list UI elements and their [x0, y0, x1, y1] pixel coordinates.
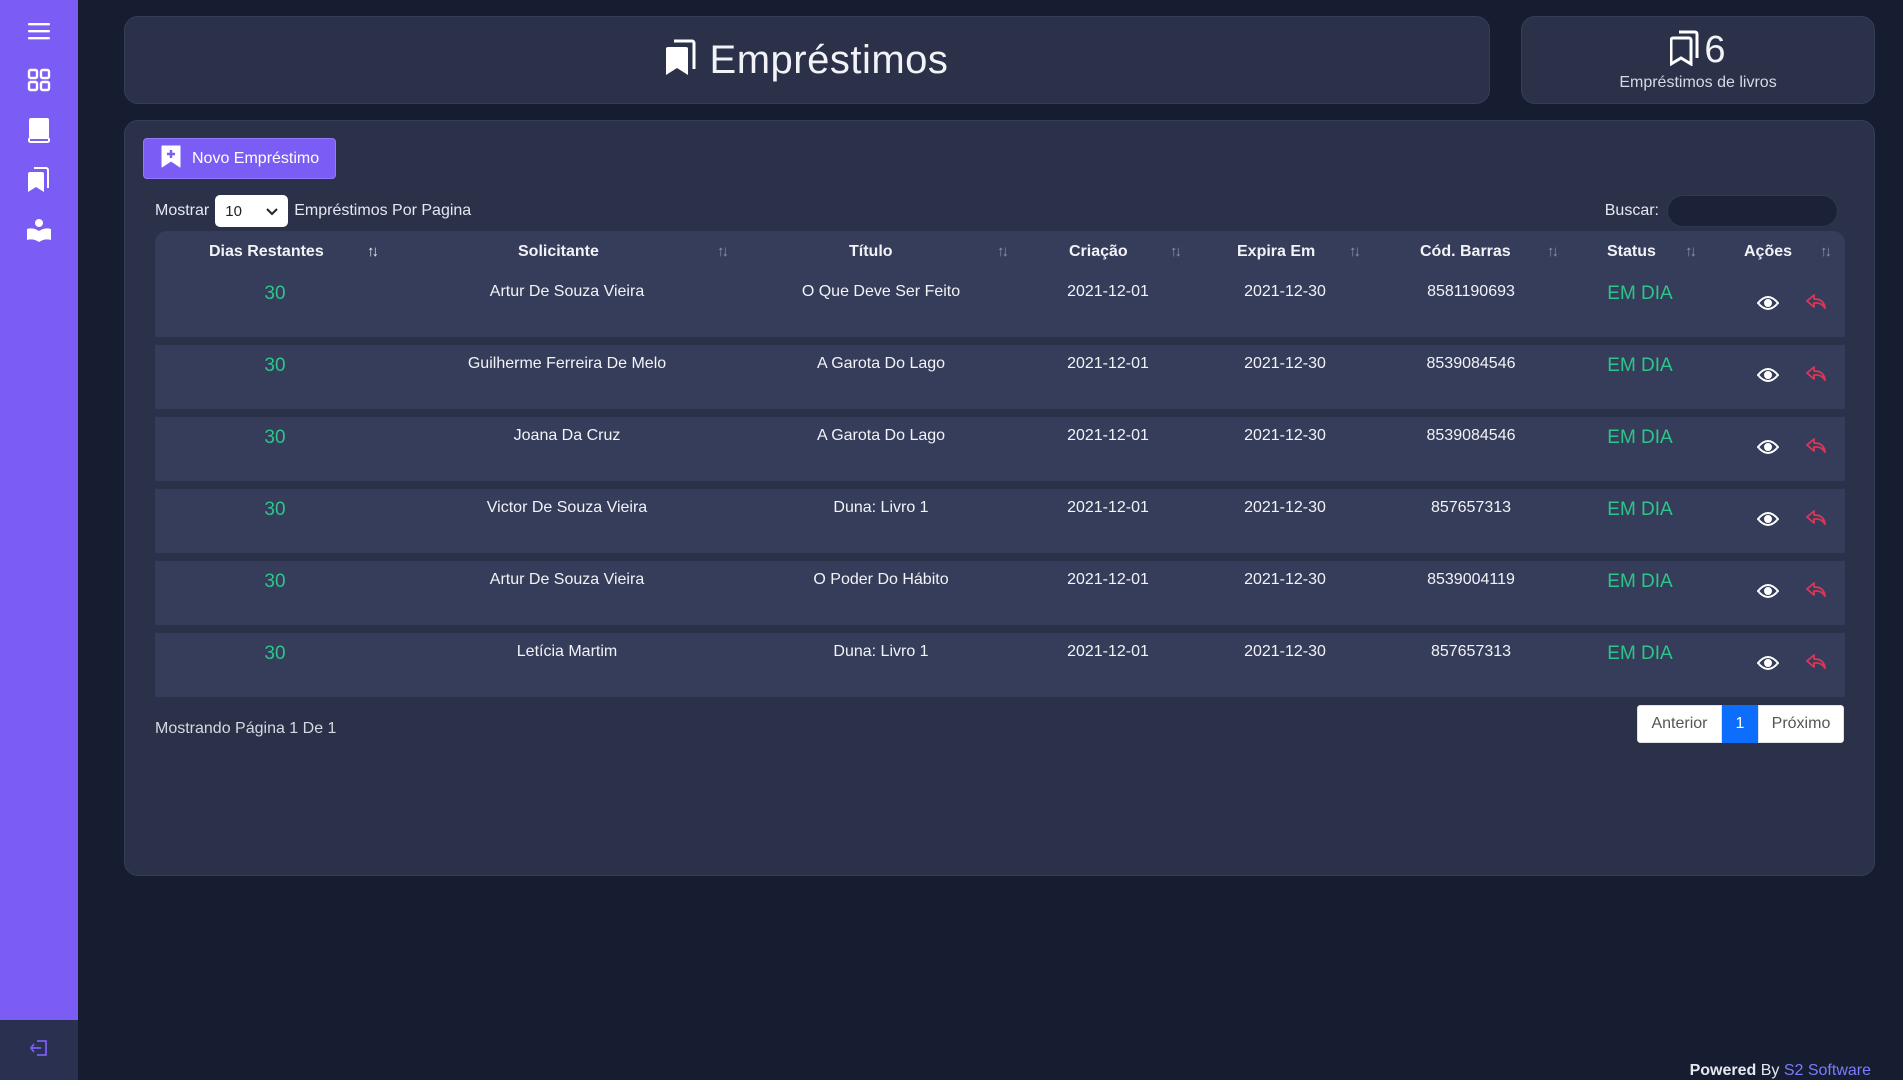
cell-status: EM DIA [1607, 499, 1673, 520]
return-icon[interactable] [1804, 434, 1828, 458]
cell-requester: Artur De Souza Vieira [489, 571, 645, 588]
cell-days: 30 [264, 355, 286, 376]
cell-requester: Letícia Martim [516, 643, 618, 660]
view-icon[interactable] [1756, 579, 1780, 603]
cell-days: 30 [264, 499, 286, 520]
sort-icon[interactable]: ↑↓ [1349, 243, 1361, 260]
sort-icon[interactable]: ↑↓ [997, 243, 1009, 260]
sort-icon[interactable]: ↑↓ [1170, 243, 1182, 260]
brand-link[interactable]: S2 Software [1784, 1062, 1871, 1079]
pagination-info: Mostrando Página 1 De 1 [155, 720, 337, 737]
cell-status: EM DIA [1607, 355, 1673, 376]
column-header-actions: Ações [1744, 243, 1793, 260]
menu-icon[interactable] [24, 16, 54, 46]
dashboard-icon[interactable] [24, 65, 54, 95]
column-header-expires[interactable]: Expira Em [1237, 231, 1315, 273]
table-row: 30 Joana Da Cruz A Garota Do Lago 2021-12-0… [155, 417, 1845, 481]
loans-count-label: Empréstimos de livros [1619, 73, 1777, 91]
page-size-value: 10 [225, 202, 242, 220]
reader-icon[interactable] [24, 215, 54, 245]
page-size-select[interactable]: 10 [215, 195, 289, 227]
table-header: Dias Restantes ↑↓ Solicitante ↑↓ Título … [155, 231, 1845, 273]
logout-button[interactable] [0, 1020, 78, 1080]
bookmark-plus-icon [160, 144, 182, 173]
page-button-1[interactable]: 1 [1722, 705, 1758, 743]
cell-requester: Joana Da Cruz [513, 427, 621, 444]
new-loan-button[interactable]: Novo Empréstimo [143, 138, 336, 179]
search-label: Buscar: [1604, 202, 1659, 219]
table-row: 30 Guilherme Ferreira De Melo A Garota Do … [155, 345, 1845, 409]
cell-requester: Guilherme Ferreira De Melo [467, 355, 667, 372]
page-title: Empréstimos [709, 37, 949, 82]
column-header-status[interactable]: Status [1607, 231, 1656, 273]
sort-icon[interactable]: ↑↓ [1685, 243, 1697, 260]
sidebar [0, 0, 78, 1080]
chevron-down-icon [266, 203, 278, 220]
cell-requester: Artur De Souza Vieira [489, 283, 645, 300]
page-header: Empréstimos [124, 16, 1490, 104]
loans-panel: Novo Empréstimo Mostrar 10 Empréstimos P… [124, 120, 1875, 876]
view-icon[interactable] [1756, 291, 1780, 315]
table-row: 30 Letícia Martim Duna: Livro 1 2021-12-01 2… [155, 633, 1845, 697]
bookmarks-icon[interactable] [24, 165, 54, 195]
return-icon[interactable] [1804, 362, 1828, 386]
return-icon[interactable] [1804, 650, 1828, 674]
cell-status: EM DIA [1607, 571, 1673, 592]
column-header-title[interactable]: Título [849, 231, 893, 273]
view-icon[interactable] [1756, 363, 1780, 387]
sort-icon[interactable]: ↑↓ [1820, 243, 1832, 260]
loans-count: 6 [1704, 28, 1726, 71]
page-size-control: Mostrar 10 Empréstimos Por Pagina [155, 195, 471, 227]
loans-stat-card: 6 Empréstimos de livros [1521, 16, 1875, 104]
powered-by: Powered By S2 Software [1689, 1062, 1871, 1079]
sort-icon[interactable]: ↑↓ [717, 243, 729, 260]
table-row: 30 Artur De Souza Vieira O Que Deve Ser Fe… [155, 273, 1845, 337]
bookmarks-icon [665, 39, 696, 82]
return-icon[interactable] [1804, 290, 1828, 314]
return-icon[interactable] [1804, 578, 1828, 602]
sort-icon[interactable]: ↑↓ [367, 243, 379, 260]
return-icon[interactable] [1804, 506, 1828, 530]
bookmarks-outline-icon [1669, 30, 1700, 71]
previous-page-button[interactable]: Anterior [1637, 705, 1722, 743]
cell-days: 30 [264, 571, 286, 592]
cell-days: 30 [264, 283, 286, 304]
view-icon[interactable] [1756, 651, 1780, 675]
table-row: 30 Victor De Souza Vieira Duna: Livro 1 202… [155, 489, 1845, 553]
search-control: Buscar: [1605, 195, 1838, 227]
column-header-created[interactable]: Criação [1069, 231, 1128, 273]
column-header-days[interactable]: Dias Restantes [209, 231, 324, 273]
logout-icon [29, 1039, 49, 1062]
show-label: Mostrar [155, 202, 210, 219]
sort-icon[interactable]: ↑↓ [1547, 243, 1559, 260]
cell-status: EM DIA [1607, 427, 1673, 448]
per-page-label: Empréstimos Por Pagina [294, 202, 472, 219]
cell-requester: Victor De Souza Vieira [486, 499, 648, 516]
book-icon[interactable] [24, 115, 54, 145]
new-loan-label: Novo Empréstimo [192, 149, 320, 167]
cell-status: EM DIA [1607, 643, 1673, 664]
view-icon[interactable] [1756, 435, 1780, 459]
next-page-button[interactable]: Próximo [1758, 705, 1844, 743]
cell-status: EM DIA [1607, 283, 1673, 304]
pagination: Anterior 1 Próximo [1637, 705, 1844, 743]
cell-days: 30 [264, 427, 286, 448]
loans-table: Dias Restantes ↑↓ Solicitante ↑↓ Título … [155, 231, 1845, 697]
table-row: 30 Artur De Souza Vieira O Poder Do Hábito… [155, 561, 1845, 625]
column-header-barcode[interactable]: Cód. Barras [1420, 231, 1511, 273]
cell-days: 30 [264, 643, 286, 664]
view-icon[interactable] [1756, 507, 1780, 531]
column-header-requester[interactable]: Solicitante [518, 231, 599, 273]
search-input[interactable] [1667, 195, 1838, 227]
